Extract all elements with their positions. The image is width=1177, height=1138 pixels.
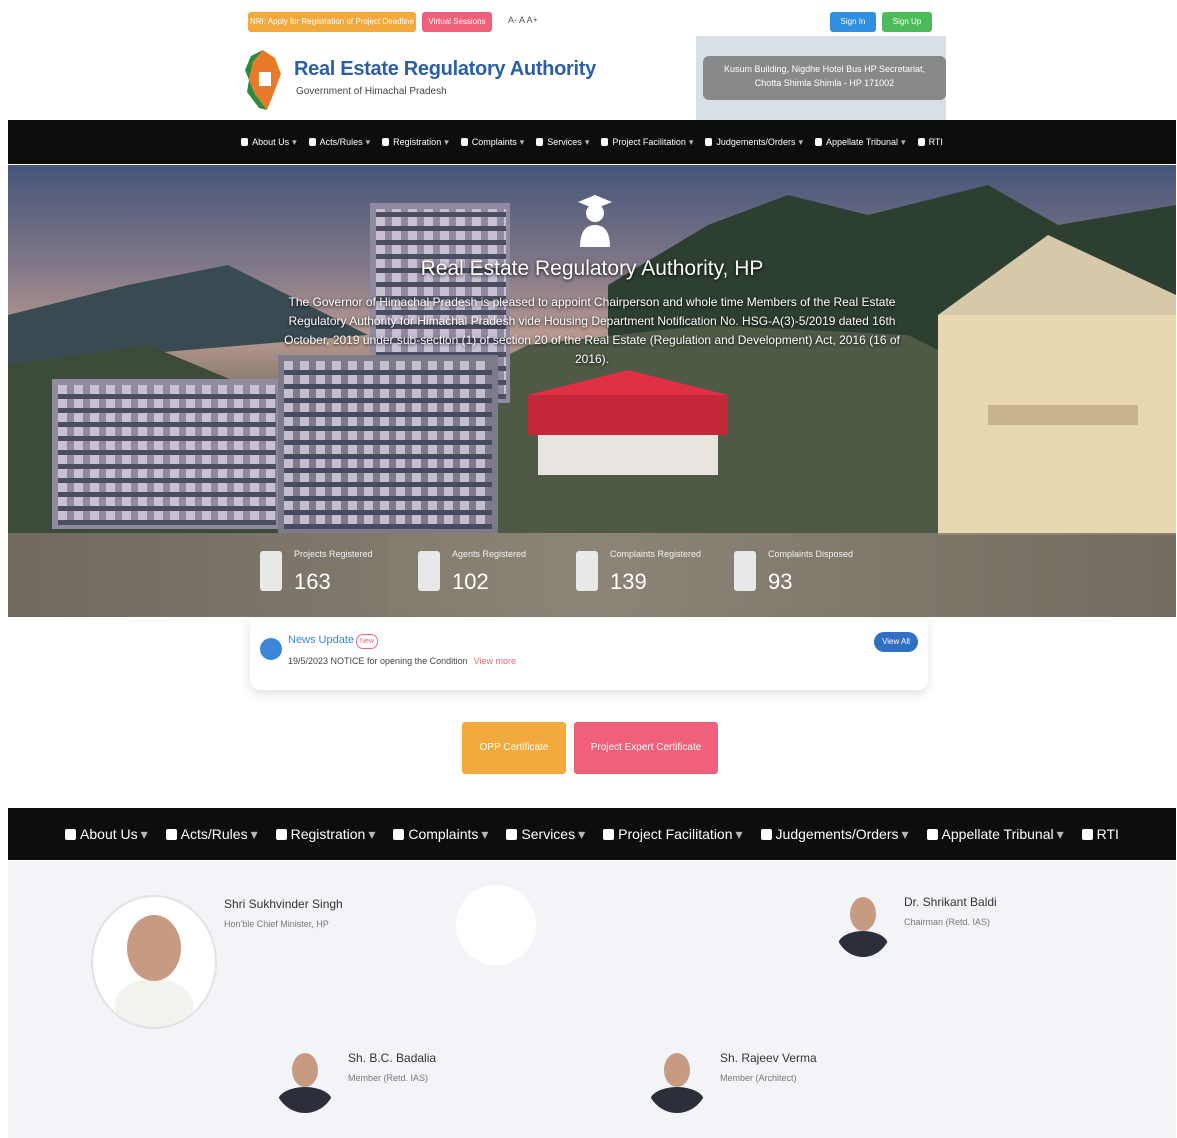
stats-bar: Projects Registered 163 Agents Registere… xyxy=(8,533,1176,617)
nav-registration[interactable]: Registration ▾ xyxy=(382,137,449,148)
info-icon xyxy=(65,828,77,840)
nav-rti[interactable]: RTI xyxy=(917,137,943,147)
nav-acts-rules[interactable]: Acts/Rules ▾ xyxy=(308,137,370,148)
clipboard-icon xyxy=(460,138,468,146)
file-icon xyxy=(382,138,390,146)
file-icon xyxy=(275,828,287,840)
text-size-controls[interactable]: A- A A+ xyxy=(508,15,538,25)
graduate-icon xyxy=(578,195,612,247)
clipboard-icon xyxy=(393,828,405,840)
main-navbar: About Us ▾ Acts/Rules ▾ Registration ▾ Comp… xyxy=(8,120,1176,164)
address-line-1: Kusum Building, Nigdhe Hotel Bus HP Secr… xyxy=(724,64,925,74)
person-role: Member (Retd. IAS) xyxy=(348,1073,429,1083)
info-circle-icon xyxy=(917,138,925,146)
person-role: Chairman (Retd. IAS) xyxy=(904,917,991,927)
nav2-complaints[interactable]: Complaints ▾ xyxy=(393,826,488,843)
folder-icon xyxy=(603,828,615,840)
clipboard-list-icon xyxy=(576,551,598,591)
chief-minister-photo xyxy=(91,895,217,1029)
nav2-project-facilitation[interactable]: Project Facilitation ▾ xyxy=(603,826,743,843)
nav-about-us[interactable]: About Us ▾ xyxy=(241,137,297,148)
person-name: Dr. Shrikant Baldi xyxy=(904,895,997,909)
member-badalia-photo xyxy=(274,1047,336,1113)
section-gap xyxy=(0,776,1177,808)
brand-title: Real Estate Regulatory Authority xyxy=(294,58,596,80)
question-icon xyxy=(760,828,772,840)
view-all-button[interactable]: View All xyxy=(874,632,918,652)
news-item[interactable]: 19/5/2023 NOTICE for opening the Conditi… xyxy=(288,656,516,666)
hero-title: Real Estate Regulatory Authority, HP xyxy=(420,257,764,280)
nav2-rti[interactable]: RTI xyxy=(1081,826,1119,842)
thumbs-up-icon xyxy=(308,138,316,146)
sticky-navbar: About Us ▾ Acts/Rules ▾ Registration ▾ Comp… xyxy=(8,808,1176,860)
nav-project-facilitation[interactable]: Project Facilitation ▾ xyxy=(601,137,693,148)
notice-button[interactable]: NRI: Apply for Registration of Project D… xyxy=(248,12,416,32)
brand-subtitle: Government of Himachal Pradesh xyxy=(296,86,447,97)
person-name: Shri Sukhvinder Singh xyxy=(224,897,343,911)
member-verma-photo xyxy=(646,1047,708,1113)
nav-services[interactable]: Services ▾ xyxy=(536,137,589,148)
address-line-2: Chotta Shimla Shimla - HP 171002 xyxy=(754,78,895,88)
info-icon xyxy=(241,138,249,146)
virtual-sessions-button[interactable]: Virtual Sessions xyxy=(422,12,492,32)
person-name: Sh. Rajeev Verma xyxy=(720,1051,817,1065)
trash-icon xyxy=(734,551,756,591)
nav2-acts-rules[interactable]: Acts/Rules ▾ xyxy=(165,826,258,843)
officials-section: Shri Sukhvinder Singh Hon'ble Chief Mini… xyxy=(8,861,1176,1138)
nav-complaints[interactable]: Complaints ▾ xyxy=(460,137,524,148)
nav2-services[interactable]: Services ▾ xyxy=(506,826,585,843)
nav2-registration[interactable]: Registration ▾ xyxy=(275,826,375,843)
newspaper-icon xyxy=(260,638,282,660)
placeholder-photo xyxy=(456,885,536,965)
address-box: Kusum Building, Nigdhe Hotel Bus HP Secr… xyxy=(703,56,946,100)
building-icon xyxy=(260,551,282,591)
site-header: NRI: Apply for Registration of Project D… xyxy=(8,0,1176,120)
sign-in-button[interactable]: Sign In xyxy=(830,12,876,32)
calendar-icon xyxy=(814,138,822,146)
nav2-appellate-tribunal[interactable]: Appellate Tribunal ▾ xyxy=(926,826,1064,843)
project-expert-certificate-button[interactable]: Project Expert Certificate xyxy=(574,722,718,774)
thumbs-up-icon xyxy=(165,828,177,840)
chairman-photo xyxy=(834,891,892,957)
folder-icon xyxy=(601,138,609,146)
new-badge: New xyxy=(356,634,378,649)
info-circle-icon xyxy=(1081,828,1093,840)
hero-banner: Real Estate Regulatory Authority, HP The… xyxy=(8,165,1176,617)
cogs-icon xyxy=(536,138,544,146)
person-name: Sh. B.C. Badalia xyxy=(348,1051,437,1065)
person-role: Member (Architect) xyxy=(720,1073,797,1083)
cogs-icon xyxy=(506,828,518,840)
agent-icon xyxy=(418,551,440,591)
view-more-link[interactable]: View more xyxy=(474,656,516,666)
news-title: News Update xyxy=(288,634,355,646)
sign-up-button[interactable]: Sign Up xyxy=(882,12,932,32)
person-role: Hon'ble Chief Minister, HP xyxy=(224,919,329,929)
opp-certificate-button[interactable]: OPP Certificate xyxy=(462,722,566,774)
nav-appellate-tribunal[interactable]: Appellate Tribunal ▾ xyxy=(814,137,906,148)
nav2-about-us[interactable]: About Us ▾ xyxy=(65,826,148,843)
question-icon xyxy=(705,138,713,146)
news-update-panel: News Update New 19/5/2023 NOTICE for ope… xyxy=(250,618,928,690)
calendar-icon xyxy=(926,828,938,840)
nav-judgements-orders[interactable]: Judgements/Orders ▾ xyxy=(705,137,803,148)
nav2-judgements-orders[interactable]: Judgements/Orders ▾ xyxy=(760,826,909,843)
hero-description: The Governor of Himachal Pradesh is plea… xyxy=(284,295,900,366)
rera-logo[interactable] xyxy=(245,50,285,110)
